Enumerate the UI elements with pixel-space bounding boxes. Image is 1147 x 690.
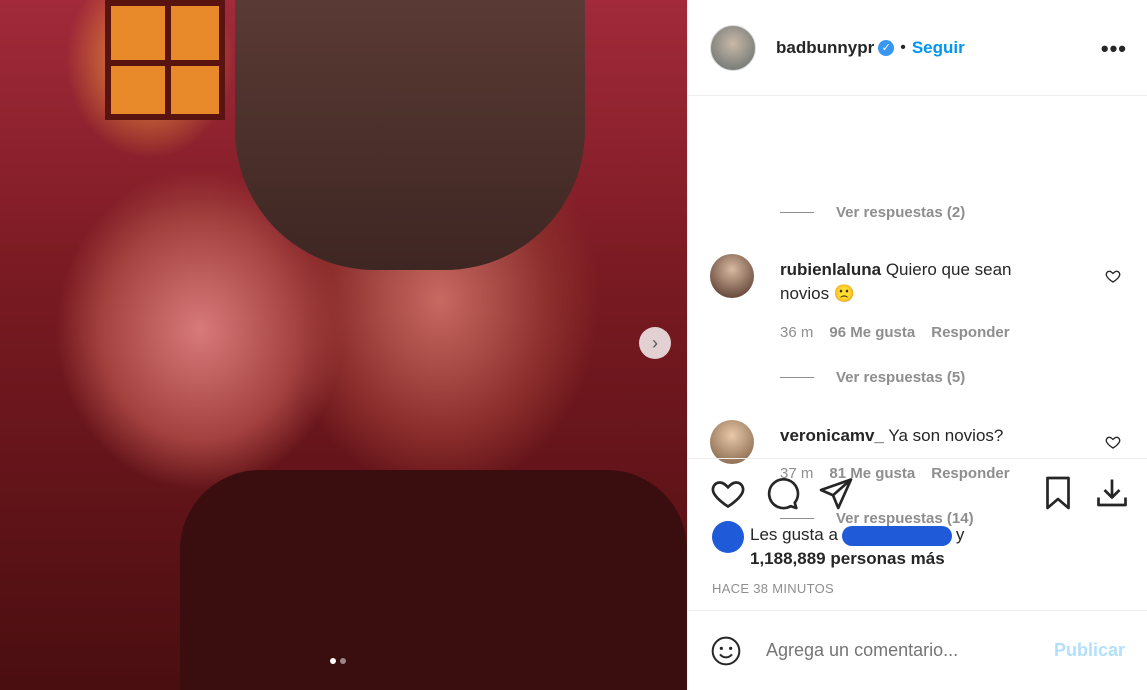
bookmark-icon[interactable] [1040, 475, 1076, 511]
share-send-icon[interactable] [818, 475, 854, 511]
comment-username[interactable]: rubienlaluna [780, 260, 881, 279]
view-replies-label: Ver respuestas (2) [836, 204, 966, 221]
more-options-icon[interactable]: ••• [1101, 36, 1127, 62]
carousel-indicator [330, 658, 346, 664]
view-replies-label: Ver respuestas (5) [836, 369, 966, 386]
comment-meta: 36 m 96 Me gusta Responder [780, 324, 1010, 341]
emoji-smiley-icon[interactable] [710, 635, 742, 667]
comment-likes[interactable]: 96 Me gusta [829, 324, 915, 341]
shirt-shape [180, 470, 687, 690]
author-username[interactable]: badbunnypr [776, 38, 874, 58]
comment-username[interactable]: veronicamv_ [780, 426, 884, 445]
replies-divider [780, 212, 814, 213]
likes-suffix: y [955, 525, 965, 544]
view-replies-button[interactable]: Ver respuestas (2) [780, 204, 965, 221]
carousel-dot-active [330, 658, 336, 664]
comment-meta: 37 m 81 Me gusta Responder [780, 465, 1010, 482]
carousel-next-button[interactable]: › [639, 327, 671, 359]
reply-button[interactable]: Responder [931, 465, 1009, 482]
comment-body: rubienlaluna Quiero que sean novios 🙁 [780, 258, 1060, 306]
comments-list: Ver respuestas (2) rubienlaluna Quiero q… [688, 96, 1147, 527]
carousel-dot [340, 658, 346, 664]
comment-input[interactable] [764, 639, 1054, 662]
add-comment-bar: Publicar [688, 610, 1147, 690]
liker-avatar[interactable] [712, 521, 744, 553]
post-header: badbunnypr ✓ • Seguir ••• [688, 0, 1147, 96]
post-photo[interactable]: › [0, 0, 687, 690]
comment-body: veronicamv_ Ya son novios? [780, 424, 1060, 448]
download-icon[interactable] [1094, 475, 1130, 511]
post-timestamp[interactable]: HACE 38 MINUTOS [712, 581, 834, 596]
verified-badge-icon: ✓ [878, 39, 895, 56]
cap-shape [235, 0, 585, 270]
likes-prefix: Les gusta a [750, 525, 838, 544]
post-actions: Les gusta a y 1,188,889 personas más HACE… [688, 458, 1147, 596]
replies-divider [780, 518, 814, 519]
like-heart-icon[interactable] [710, 475, 746, 511]
like-comment-heart-icon[interactable] [1105, 268, 1121, 284]
likes-count[interactable]: 1,188,889 personas más [750, 549, 945, 568]
view-replies-button[interactable]: Ver respuestas (5) [780, 369, 965, 386]
publish-button[interactable]: Publicar [1054, 640, 1125, 661]
background-window [105, 0, 225, 120]
header-separator: • [900, 38, 906, 56]
post-side-panel: badbunnypr ✓ • Seguir ••• Ver respuestas… [687, 0, 1147, 690]
redacted-username [841, 525, 952, 546]
follow-button[interactable]: Seguir [912, 38, 965, 58]
author-avatar[interactable] [710, 24, 756, 71]
chevron-right-icon: › [652, 332, 658, 353]
reply-button[interactable]: Responder [931, 324, 1009, 341]
like-comment-heart-icon[interactable] [1105, 434, 1121, 450]
likes-text: Les gusta a y 1,188,889 personas más [750, 523, 964, 571]
commenter-avatar[interactable] [710, 254, 754, 298]
comment-time: 36 m [780, 324, 814, 341]
comment-text: Ya son novios? [888, 426, 1004, 445]
comment-bubble-icon[interactable] [764, 475, 800, 511]
replies-divider [780, 377, 814, 378]
